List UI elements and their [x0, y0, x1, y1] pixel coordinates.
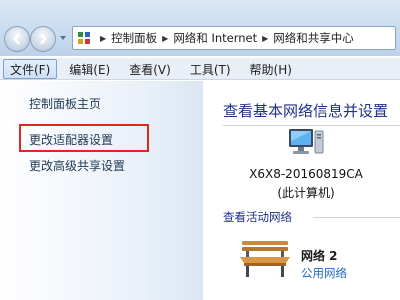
change-advanced-sharing-link[interactable]: 更改高级共享设置 [29, 157, 125, 174]
back-arrow-icon [13, 33, 20, 45]
control-panel-icon [78, 32, 90, 44]
breadcrumb-control-panel[interactable]: 控制面板 [111, 30, 157, 46]
back-button[interactable] [4, 26, 30, 52]
computer-name: X6X8-20160819CA [249, 167, 363, 181]
forward-button[interactable] [30, 26, 56, 52]
change-adapter-settings-link[interactable]: 更改适配器设置 [29, 131, 113, 148]
breadcrumb-network-internet[interactable]: 网络和 Internet [173, 30, 257, 46]
active-networks-label: 查看活动网络 [223, 210, 292, 224]
menu-view[interactable]: 查看(V) [122, 59, 178, 79]
network-name: 网络 2 [301, 249, 338, 263]
divider [223, 125, 400, 126]
menu-help[interactable]: 帮助(H) [243, 59, 299, 79]
breadcrumb-separator-icon[interactable]: ▶ [100, 34, 106, 43]
breadcrumb-separator-icon[interactable]: ▶ [162, 34, 168, 43]
menu-bar: 文件(F) 编辑(E) 查看(V) 工具(T) 帮助(H) [0, 58, 400, 80]
address-bar[interactable]: ▶ 控制面板 ▶ 网络和 Internet ▶ 网络和共享中心 [72, 26, 396, 50]
breadcrumb-sharing-center[interactable]: 网络和共享中心 [273, 30, 354, 46]
menu-edit[interactable]: 编辑(E) [62, 59, 117, 79]
address-toolbar: ▶ 控制面板 ▶ 网络和 Internet ▶ 网络和共享中心 [0, 0, 400, 56]
forward-arrow-icon [40, 33, 47, 45]
computer-icon [289, 129, 324, 154]
network-type-link[interactable]: 公用网络 [301, 265, 347, 281]
breadcrumb-separator-icon[interactable]: ▶ [262, 34, 268, 43]
page-title: 查看基本网络信息并设置 [223, 102, 389, 120]
chevron-down-icon[interactable] [59, 34, 67, 42]
control-panel-home-link[interactable]: 控制面板主页 [29, 95, 101, 112]
computer-subtitle: (此计算机) [277, 186, 335, 200]
menu-file[interactable]: 文件(F) [3, 58, 58, 79]
menu-tools[interactable]: 工具(T) [183, 59, 238, 79]
main-content: 查看基本网络信息并设置 X6X8-20160819CA (此计算机) 查看活动网… [203, 81, 400, 300]
task-pane: 控制面板主页 更改适配器设置 更改高级共享设置 [0, 81, 203, 300]
divider [313, 217, 400, 218]
park-bench-icon [240, 241, 290, 277]
